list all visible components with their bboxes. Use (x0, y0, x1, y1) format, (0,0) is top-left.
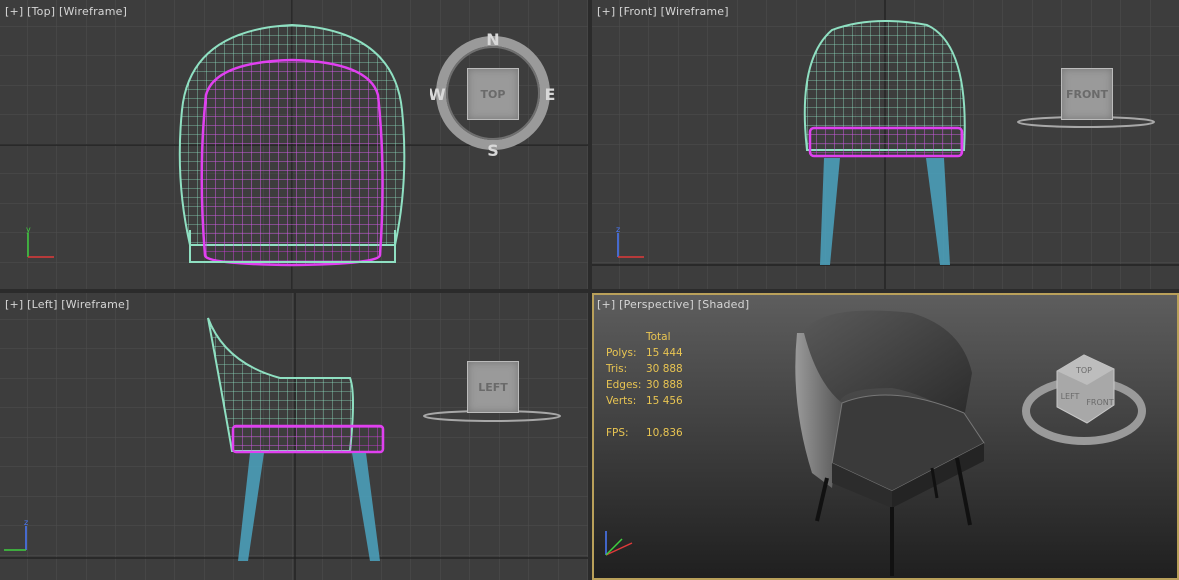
viewport-menu-plus[interactable]: [+] (597, 5, 615, 18)
viewport-view-menu[interactable]: [Front] (619, 5, 657, 18)
viewport-shading-menu[interactable]: [Wireframe] (661, 5, 729, 18)
grid (0, 293, 588, 580)
persp-cube-left: LEFT (1061, 392, 1080, 401)
axis-tripod-icon: z (4, 518, 28, 551)
viewport-menu-plus[interactable]: [+] (5, 298, 23, 311)
grid (592, 0, 1179, 289)
viewport-perspective[interactable]: [+] [Perspective] [Shaded] Total Polys: 1… (592, 293, 1179, 580)
viewport-front[interactable]: [+] [Front] [Wireframe] FRONT z (592, 0, 1179, 289)
viewport-shading-menu[interactable]: [Wireframe] (61, 298, 129, 311)
viewport-top[interactable]: [+] [Top] [Wireframe] N S E W TOP y (0, 0, 588, 289)
viewcube-face[interactable]: LEFT (467, 361, 519, 413)
axis-tripod-icon: y (26, 225, 54, 258)
viewcube-face[interactable]: TOP (467, 68, 519, 120)
viewport-left[interactable]: [+] [Left] [Wireframe] LEFT z (0, 293, 588, 580)
persp-cube-top: TOP (1075, 366, 1092, 375)
viewport-view-menu[interactable]: [Left] (27, 298, 57, 311)
svg-text:y: y (26, 225, 31, 234)
axis-tripod-icon: z (616, 225, 644, 258)
svg-text:z: z (616, 225, 620, 234)
compass-s: S (487, 141, 499, 160)
viewport-label-left: [+] [Left] [Wireframe] (5, 298, 129, 311)
compass-n: N (486, 30, 499, 49)
compass-e: E (545, 85, 556, 104)
viewport-menu-plus[interactable]: [+] (5, 5, 23, 18)
svg-text:z: z (24, 518, 28, 527)
persp-cube-front: FRONT (1086, 398, 1113, 407)
chair-shaded-render: TOP FRONT LEFT (605, 310, 1146, 576)
viewport-view-menu[interactable]: [Top] (27, 5, 55, 18)
viewport-label-top: [+] [Top] [Wireframe] (5, 5, 127, 18)
viewcube-face[interactable]: FRONT (1061, 68, 1113, 120)
chair-wireframe-top (178, 23, 406, 267)
viewport-label-front: [+] [Front] [Wireframe] (597, 5, 729, 18)
compass-w: W (430, 85, 446, 104)
viewport-shading-menu[interactable]: [Wireframe] (59, 5, 127, 18)
